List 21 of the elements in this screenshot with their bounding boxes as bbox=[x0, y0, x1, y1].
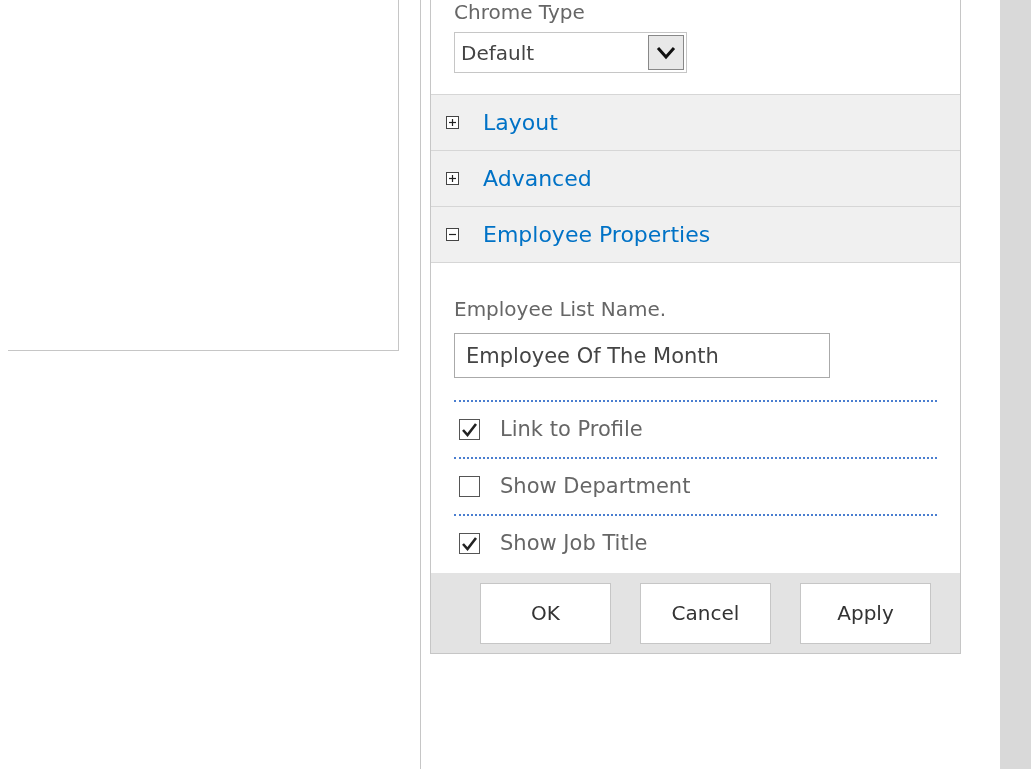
checkbox-label: Link to Profile bbox=[500, 415, 643, 443]
section-header[interactable]: Layout bbox=[431, 95, 960, 151]
checkbox-label: Show Department bbox=[500, 472, 691, 500]
expand-toggle-icon[interactable] bbox=[446, 116, 459, 129]
expand-toggle-icon[interactable] bbox=[446, 172, 459, 185]
checkbox-label: Show Job Title bbox=[500, 529, 648, 557]
dialog-button[interactable]: Apply bbox=[800, 582, 931, 644]
checkbox[interactable] bbox=[459, 533, 480, 554]
dropdown-icon[interactable] bbox=[648, 35, 684, 70]
scrollbar[interactable] bbox=[1000, 0, 1031, 769]
section-header[interactable]: Employee Properties bbox=[431, 207, 960, 263]
field-label: Chrome Type bbox=[454, 0, 586, 24]
expand-toggle-icon[interactable] bbox=[446, 228, 459, 241]
field-label: Employee List Name. bbox=[454, 296, 668, 323]
dialog-button[interactable]: OK bbox=[480, 582, 611, 644]
input-field[interactable]: Employee Of The Month bbox=[454, 333, 830, 378]
dialog-button[interactable]: Cancel bbox=[640, 582, 771, 644]
chrome-type-select[interactable]: Default bbox=[454, 32, 687, 73]
section-header[interactable]: Advanced bbox=[431, 151, 960, 207]
checkbox[interactable] bbox=[459, 419, 480, 440]
checkbox[interactable] bbox=[459, 476, 480, 497]
